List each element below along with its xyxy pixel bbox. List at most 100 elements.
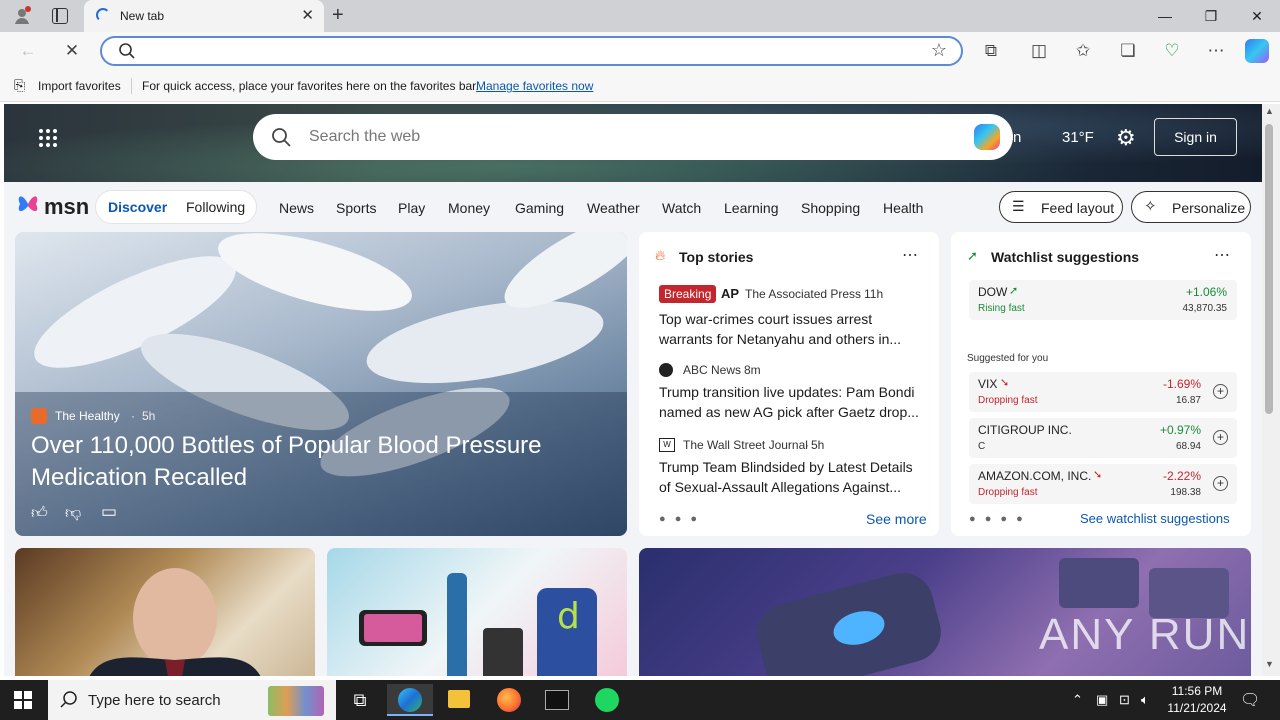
more-menu-icon[interactable]: ⋯ <box>1205 41 1227 61</box>
stock-status: C <box>978 441 986 452</box>
nav-news[interactable]: News <box>279 200 314 216</box>
nav-watch[interactable]: Watch <box>662 200 701 216</box>
clock-time: 11:56 PM <box>1171 684 1223 698</box>
search-placeholder: Search the web <box>309 128 421 145</box>
story-headline-line1[interactable]: Top war-crimes court issues arrest <box>659 309 872 329</box>
browser-essentials-icon[interactable]: ♡ <box>1161 41 1183 61</box>
nav-shopping[interactable]: Shopping <box>801 200 860 216</box>
copilot-search-icon[interactable] <box>974 124 1000 150</box>
file-explorer-icon[interactable] <box>436 684 482 716</box>
close-tab-icon[interactable]: ✕ <box>301 6 314 24</box>
tab-discover[interactable]: Discover <box>108 199 167 215</box>
minimize-button[interactable]: — <box>1142 0 1188 32</box>
favorite-star-icon[interactable]: ☆ <box>931 40 947 61</box>
nav-health[interactable]: Health <box>883 200 923 216</box>
shopping-card-image[interactable]: d <box>327 548 627 676</box>
volume-icon[interactable]: 🔈︎ <box>1141 692 1149 708</box>
edge-taskbar-icon[interactable] <box>387 684 433 716</box>
search-highlight-image <box>268 686 324 716</box>
copilot-icon[interactable] <box>1245 39 1269 63</box>
more-options-icon[interactable]: ⋯ <box>902 245 918 265</box>
web-search-box[interactable]: Search the web <box>253 114 1013 160</box>
msn-nav-bar: msn Discover Following News Sports Play … <box>4 182 1262 232</box>
nav-play[interactable]: Play <box>398 200 425 216</box>
favorites-icon[interactable]: ✩ <box>1072 41 1094 61</box>
feed-tabs: Discover Following <box>95 190 257 224</box>
import-favorites-button[interactable]: Import favorites <box>38 79 121 93</box>
extensions-icon[interactable]: ⧉ <box>980 41 1002 61</box>
story-headline-line1[interactable]: Trump Team Blindsided by Latest Details <box>659 457 913 477</box>
add-to-watchlist-button[interactable]: + <box>1213 430 1228 445</box>
story-headline-line2[interactable]: named as new AG pick after Gaetz drop... <box>659 402 919 422</box>
stop-loading-icon[interactable]: ✕ <box>61 41 83 61</box>
hero-headline[interactable]: Over 110,000 Bottles of Popular Blood Pr… <box>31 430 591 494</box>
personalize-button[interactable]: ✧ Personalize <box>1131 191 1251 223</box>
taskbar-clock[interactable]: 11:56 PM 11/21/2024 <box>1160 683 1234 717</box>
show-hidden-icons[interactable]: ⌃ <box>1072 692 1083 708</box>
tab-following[interactable]: Following <box>186 199 245 215</box>
msn-logo[interactable]: msn <box>44 194 89 220</box>
notifications-icon[interactable]: 🗨︎ <box>1240 690 1260 710</box>
network-icon[interactable]: ⊡ <box>1119 692 1130 708</box>
back-icon[interactable]: ← <box>17 41 39 61</box>
like-icon[interactable]: 👍︎ <box>31 504 48 523</box>
stock-row-vix[interactable]: VIX ➘ Dropping fast -1.69% 16.87 + <box>969 372 1237 412</box>
carousel-dots[interactable]: ● ● ● <box>659 513 700 525</box>
feed-layout-button[interactable]: ☰ Feed layout <box>999 191 1123 223</box>
taskbar-search-box[interactable]: Type here to search <box>48 680 336 720</box>
collections-icon[interactable]: ❏ <box>1117 41 1139 61</box>
settings-gear-icon[interactable]: ⚙ <box>1116 125 1136 151</box>
task-view-icon[interactable]: ⧉ <box>337 684 383 716</box>
stock-row-citigroup[interactable]: CITIGROUP INC. C +0.97% 68.94 + <box>969 418 1237 458</box>
vertical-scrollbar[interactable]: ▲ ▼ <box>1262 104 1280 676</box>
profile-icon[interactable] <box>12 6 32 26</box>
stock-row-amazon[interactable]: AMAZON.COM, INC. ➘ Dropping fast -2.22% … <box>969 464 1237 504</box>
see-more-link[interactable]: See more <box>866 511 927 527</box>
see-watchlist-link[interactable]: See watchlist suggestions <box>1080 511 1230 526</box>
tray-app-icon[interactable]: ▣ <box>1096 692 1108 708</box>
dropping-icon: ➘ <box>1000 377 1010 389</box>
story-source: The Associated Press <box>745 287 862 301</box>
add-to-watchlist-button[interactable]: + <box>1213 384 1228 399</box>
anyrun-watermark: ANY RUN <box>1039 610 1251 659</box>
manage-favorites-link[interactable]: Manage favorites now <box>476 79 593 93</box>
split-screen-icon[interactable]: ◫ <box>1028 41 1050 61</box>
windows-start-icon[interactable] <box>14 691 32 709</box>
stock-row-dow[interactable]: DOW ➚ Rising fast +1.06% 43,870.35 <box>969 280 1237 320</box>
terminal-icon[interactable] <box>534 684 580 716</box>
story-headline-line2[interactable]: of Sexual-Assault Allegations Against... <box>659 477 901 497</box>
address-input[interactable] <box>148 41 908 61</box>
spotify-icon[interactable] <box>584 684 630 716</box>
comment-icon[interactable]: ▭ <box>101 502 117 522</box>
restore-button[interactable]: ❐ <box>1188 0 1234 32</box>
scroll-down-icon[interactable]: ▼ <box>1265 659 1274 669</box>
nav-learning[interactable]: Learning <box>724 200 779 216</box>
stock-value: 16.87 <box>1175 395 1201 406</box>
story-headline-line2[interactable]: warrants for Netanyahu and others in... <box>659 329 901 349</box>
search-icon <box>271 127 291 150</box>
nav-gaming[interactable]: Gaming <box>515 200 564 216</box>
dislike-icon[interactable]: 👎︎ <box>65 504 81 523</box>
tab-actions-icon[interactable] <box>52 8 68 24</box>
more-options-icon[interactable]: ⋯ <box>1214 245 1230 265</box>
weather-temperature[interactable]: 31°F <box>1062 129 1094 146</box>
nav-weather[interactable]: Weather <box>587 200 640 216</box>
apps-grid-icon[interactable] <box>38 128 58 148</box>
address-bar[interactable]: ☆ <box>100 36 963 66</box>
hero-story-card[interactable]: The Healthy · 5h Over 110,000 Bottles of… <box>15 232 627 536</box>
nav-money[interactable]: Money <box>448 200 490 216</box>
nav-sports[interactable]: Sports <box>336 200 376 216</box>
new-tab-button[interactable]: + <box>332 4 344 27</box>
story-headline-line1[interactable]: Trump transition live updates: Pam Bondi <box>659 382 915 402</box>
close-window-button[interactable]: ✕ <box>1234 0 1280 32</box>
tab-new-tab[interactable]: New tab ✕ <box>84 0 324 32</box>
scroll-up-icon[interactable]: ▲ <box>1265 106 1274 116</box>
carousel-dots[interactable]: ● ● ● ● <box>969 513 1026 525</box>
news-card-image[interactable] <box>15 548 315 676</box>
sign-in-button[interactable]: Sign in <box>1154 118 1237 156</box>
scrollbar-thumb[interactable] <box>1265 124 1273 414</box>
add-to-watchlist-button[interactable]: + <box>1213 476 1228 491</box>
tech-card-image[interactable]: ANY RUN <box>639 548 1251 676</box>
firefox-icon[interactable] <box>486 684 532 716</box>
stock-change: +0.97% <box>1159 423 1201 437</box>
